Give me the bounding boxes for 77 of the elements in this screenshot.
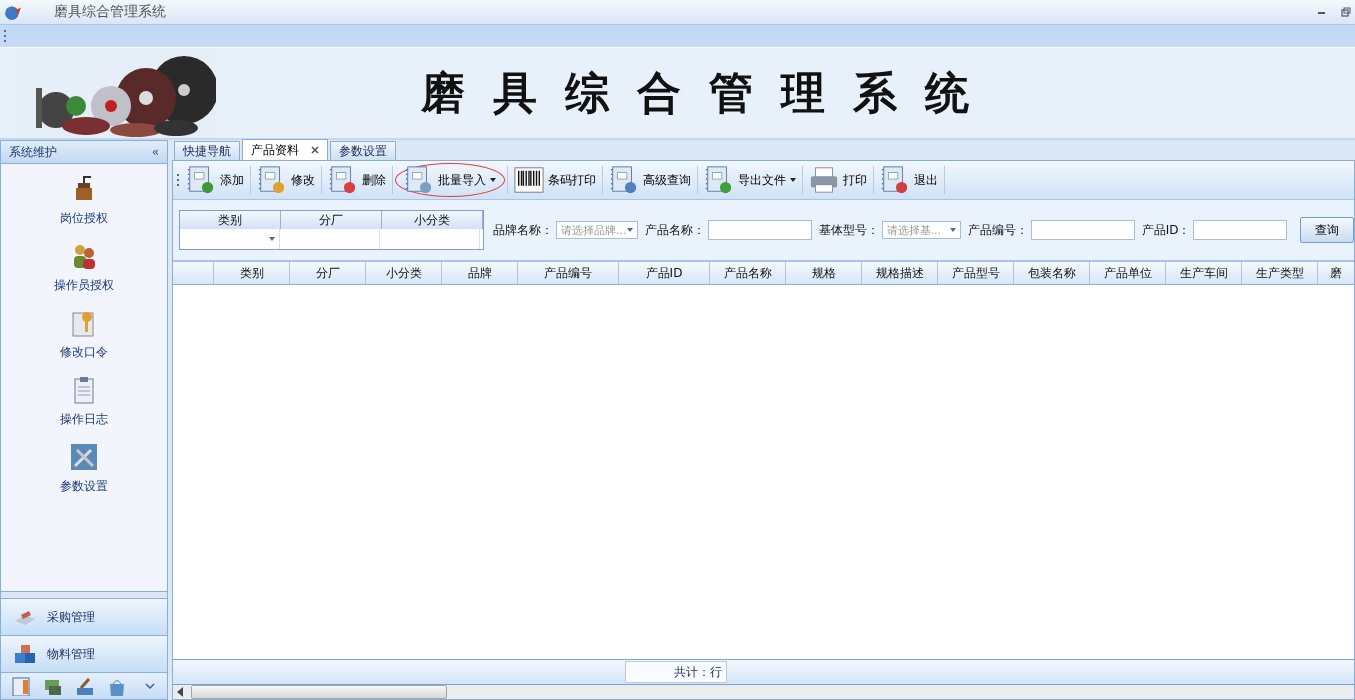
hammer-icon[interactable] [75, 676, 95, 696]
collapse-button[interactable]: « [151, 145, 159, 159]
column-header[interactable]: 品牌 [442, 262, 518, 284]
app-icon [4, 3, 22, 21]
nav-group-button[interactable]: 采购管理 [1, 599, 167, 636]
sidebar-item[interactable]: 修改口令 [60, 344, 108, 361]
toolbar-button[interactable]: 添加 [182, 163, 248, 197]
caret-icon [269, 237, 275, 241]
banner-title: 磨具综合管理系统 [421, 65, 997, 120]
add-icon [186, 165, 216, 195]
toolbar-button[interactable]: 退出 [876, 163, 942, 197]
search-icon [609, 165, 639, 195]
barcode-icon [514, 165, 544, 195]
column-header: 小分类 [382, 211, 483, 229]
restore-icon[interactable] [1341, 7, 1351, 17]
scrollbar-thumb[interactable] [191, 685, 447, 699]
chevron-down-icon[interactable] [145, 683, 155, 689]
toolbar-button[interactable]: 导出文件 [700, 163, 800, 197]
toolbar-button[interactable]: 打印 [805, 163, 871, 197]
close-icon[interactable] [311, 146, 319, 154]
exit-icon [880, 165, 910, 195]
sidebar-item[interactable]: 操作员授权 [54, 277, 114, 294]
column-header[interactable]: 生产类型 [1242, 262, 1318, 284]
field-label: 基体型号： [818, 221, 879, 239]
export-icon [704, 165, 734, 195]
column-header[interactable]: 生产车间 [1166, 262, 1242, 284]
column-header[interactable]: 产品型号 [938, 262, 1014, 284]
column-header: 类别 [180, 211, 281, 229]
total-count: 共计：行 [625, 661, 727, 683]
sidebar-item[interactable]: 参数设置 [60, 478, 108, 495]
import-icon [404, 165, 434, 195]
field-label: 产品编号： [967, 221, 1028, 239]
grip-icon [177, 173, 180, 187]
tab[interactable]: 产品资料 [242, 139, 328, 160]
column-header[interactable]: 包装名称 [1014, 262, 1090, 284]
delete-icon [328, 165, 358, 195]
tab[interactable]: 参数设置 [330, 141, 396, 160]
window-title: 磨具综合管理系统 [54, 3, 166, 21]
column-header[interactable]: 类别 [214, 262, 290, 284]
caret-icon [949, 228, 956, 232]
column-header[interactable]: 规格描述 [862, 262, 938, 284]
column-header[interactable]: 磨 [1318, 262, 1354, 284]
column-header[interactable]: 分厂 [290, 262, 366, 284]
edit-icon [257, 165, 287, 195]
column-header: 分厂 [281, 211, 382, 229]
scroll-left-icon[interactable] [177, 687, 183, 697]
boxes-icon [13, 644, 37, 664]
tools-icon[interactable] [69, 442, 99, 472]
grip-icon [4, 29, 7, 43]
toolbar-button[interactable]: 修改 [253, 163, 319, 197]
field-label: 产品ID： [1141, 221, 1191, 239]
input-field[interactable] [1193, 220, 1288, 240]
printer-icon [809, 165, 839, 195]
splitter-handle[interactable] [1, 591, 167, 599]
column-header[interactable]: 产品编号 [518, 262, 619, 284]
input-field[interactable] [1030, 220, 1135, 240]
caret-icon [490, 178, 496, 182]
toolbar-button[interactable]: 条码打印 [510, 163, 600, 197]
field-label: 产品名称： [644, 221, 705, 239]
column-header[interactable]: 小分类 [366, 262, 442, 284]
input-field[interactable] [707, 220, 812, 240]
column-header[interactable]: 产品ID [619, 262, 710, 284]
tab[interactable]: 快捷导航 [174, 141, 240, 160]
sidebar-title: 系统维护 [9, 143, 57, 161]
sidebar-item[interactable]: 操作日志 [60, 411, 108, 428]
toolbar-button[interactable]: 删除 [324, 163, 390, 197]
caret-icon [790, 178, 796, 182]
query-button[interactable]: 查询 [1300, 217, 1354, 243]
nav-group-button[interactable]: 物料管理 [1, 636, 167, 673]
column-header[interactable]: 规格 [786, 262, 862, 284]
column-header[interactable]: 产品单位 [1090, 262, 1166, 284]
list-icon[interactable] [11, 676, 31, 696]
toolbar-button[interactable]: 高级查询 [605, 163, 695, 197]
field-label: 品牌名称： [493, 221, 553, 239]
sidebar-item[interactable]: 岗位授权 [60, 210, 108, 227]
column-header[interactable]: 产品名称 [710, 262, 786, 284]
caret-icon [626, 228, 633, 232]
